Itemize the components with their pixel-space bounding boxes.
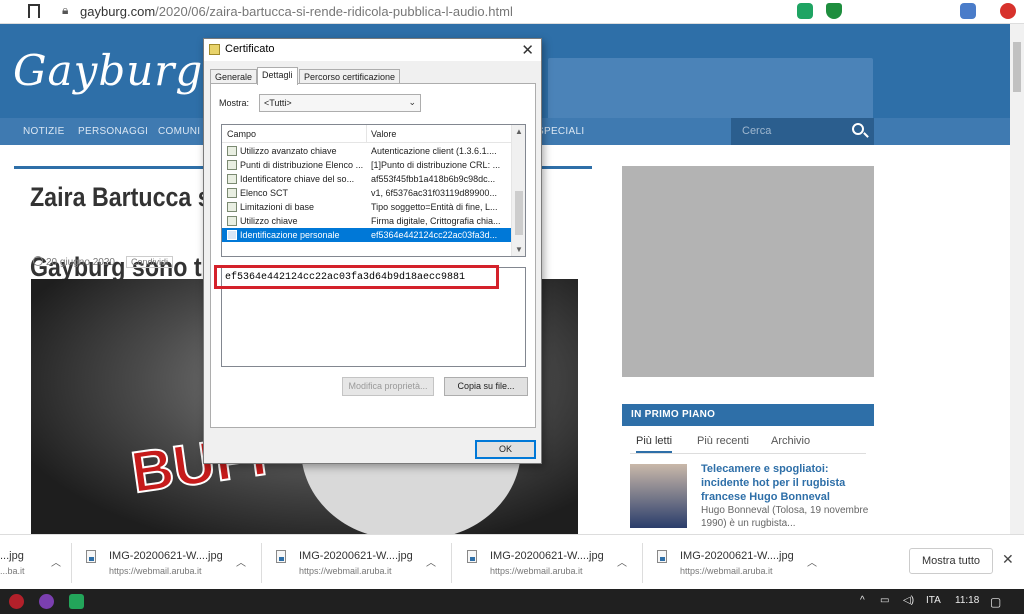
download-item[interactable]: ...jpg ...ba.it ︿	[0, 535, 64, 590]
edit-properties-button[interactable]: Modifica proprietà...	[342, 377, 434, 396]
chevron-up-icon[interactable]: ︿	[236, 554, 246, 569]
clock-icon	[33, 256, 43, 266]
url-host: gayburg.com	[80, 4, 156, 19]
battery-icon[interactable]: ▭	[880, 595, 889, 606]
file-icon	[657, 550, 667, 563]
certificate-dialog: Certificato ✕ Generale Dettagli Percorso…	[203, 38, 542, 464]
close-downloads-icon[interactable]: ✕	[1002, 551, 1014, 568]
field-row-selected[interactable]: Identificazione personale ef5364e442124cc…	[222, 228, 512, 242]
dialog-titlebar: Certificato ✕	[204, 39, 541, 61]
file-icon	[276, 550, 286, 563]
file-icon	[86, 550, 96, 563]
downloads-bar: ...jpg ...ba.it ︿ IMG-20200621-W....jpg …	[0, 534, 1024, 589]
scroll-down-icon[interactable]: ▼	[515, 245, 523, 254]
file-icon	[467, 550, 477, 563]
notifications-icon[interactable]: ▢	[990, 595, 1001, 609]
shield-extension-icon[interactable]	[826, 3, 842, 19]
field-icon	[227, 202, 237, 212]
download-item[interactable]: IMG-20200621-W....jpg https://webmail.ar…	[86, 535, 256, 590]
field-icon	[227, 188, 237, 198]
fields-list[interactable]: Campo Valore Utilizzo avanzato chiave Aut…	[221, 124, 526, 257]
download-item[interactable]: IMG-20200621-W....jpg https://webmail.ar…	[467, 535, 637, 590]
field-icon	[227, 146, 237, 156]
address-bar: 🔒︎ gayburg.com/2020/06/zaira-bartucca-si…	[0, 0, 1024, 24]
chevron-up-icon[interactable]: ︿	[617, 554, 627, 569]
nav-item[interactable]: COMUNI	[158, 126, 200, 137]
field-icon	[227, 174, 237, 184]
widget-title: IN PRIMO PIANO	[622, 404, 874, 426]
show-all-button[interactable]: Mostra tutto	[909, 548, 993, 574]
taskbar: ^ ▭ ◁) ITA 11:18 ▢	[0, 589, 1024, 614]
tab-details[interactable]: Dettagli	[257, 67, 298, 85]
field-row[interactable]: Identificatore chiave del so... af553f45f…	[222, 172, 512, 186]
field-icon	[227, 160, 237, 170]
translate-icon[interactable]	[960, 3, 976, 19]
search-placeholder: Cerca	[742, 125, 772, 137]
scrollbar-thumb[interactable]	[515, 191, 523, 235]
field-row[interactable]: Elenco SCT v1, 6f5376ac31f03119d89900...	[222, 186, 512, 200]
show-select[interactable]: <Tutti> ⌄	[259, 94, 421, 112]
tab-general[interactable]: Generale	[210, 69, 258, 84]
tab-most-recent[interactable]: Più recenti	[697, 435, 749, 447]
clock[interactable]: 11:18	[955, 595, 979, 606]
show-label: Mostra:	[219, 98, 250, 108]
tab-cert-path[interactable]: Percorso certificazione	[299, 69, 401, 84]
details-panel: Mostra: <Tutti> ⌄ Campo Valore Utilizzo a…	[210, 83, 536, 428]
chevron-down-icon: ⌄	[408, 97, 416, 107]
nav-item[interactable]: SPECIALI	[537, 126, 584, 137]
fields-header: Campo Valore	[222, 125, 512, 143]
news-title-link[interactable]: Telecamere e spogliatoi: incidente hot p…	[701, 462, 871, 504]
site-logo[interactable]: Gayburg	[13, 46, 203, 95]
col-field[interactable]: Campo	[227, 129, 256, 139]
highlight-box	[214, 265, 499, 289]
volume-icon[interactable]: ◁)	[903, 595, 914, 606]
col-value[interactable]: Valore	[371, 129, 396, 139]
close-icon[interactable]: ✕	[521, 41, 534, 59]
article-date: 20 giugno 2020	[46, 257, 115, 268]
field-row[interactable]: Utilizzo avanzato chiave Autenticazione c…	[222, 144, 512, 158]
chevron-up-icon[interactable]: ︿	[426, 554, 436, 569]
share-button[interactable]: Condividi	[126, 256, 174, 268]
language-indicator[interactable]: ITA	[926, 595, 941, 606]
field-icon	[227, 230, 237, 240]
nav-item[interactable]: PERSONAGGI	[78, 126, 148, 137]
search-icon[interactable]	[852, 123, 864, 135]
news-excerpt: Hugo Bonneval (Tolosa, 19 novembre 1990)…	[701, 505, 869, 529]
bookmark-icon[interactable]	[28, 4, 40, 18]
chevron-up-icon[interactable]: ︿	[51, 554, 61, 569]
show-select-value: <Tutti>	[264, 98, 292, 108]
chevron-up-icon[interactable]: ︿	[807, 554, 817, 569]
news-thumbnail[interactable]	[630, 464, 687, 528]
app-icon[interactable]	[69, 594, 84, 609]
fields-scrollbar[interactable]: ▲ ▼	[511, 125, 525, 256]
field-row[interactable]: Limitazioni di base Tipo soggetto=Entità …	[222, 200, 512, 214]
certificate-icon	[209, 44, 220, 55]
ok-button[interactable]: OK	[475, 440, 536, 459]
extension-icon[interactable]	[797, 3, 813, 19]
field-row[interactable]: Punti di distribuzione Elenco ... [1]Punt…	[222, 158, 512, 172]
app-icon[interactable]	[39, 594, 54, 609]
tray-chevron-icon[interactable]: ^	[860, 595, 865, 606]
scrollbar-thumb[interactable]	[1013, 42, 1021, 92]
tab-most-read[interactable]: Più letti	[636, 435, 673, 453]
field-icon	[227, 216, 237, 226]
app-icon[interactable]	[9, 594, 24, 609]
field-row[interactable]: Utilizzo chiave Firma digitale, Crittogra…	[222, 214, 512, 228]
download-item[interactable]: IMG-20200621-W....jpg https://webmail.ar…	[276, 535, 446, 590]
search-input[interactable]: Cerca	[731, 118, 874, 145]
widget-divider	[630, 453, 866, 454]
download-item[interactable]: IMG-20200621-W....jpg https://webmail.ar…	[657, 535, 827, 590]
tab-archive[interactable]: Archivio	[771, 435, 810, 447]
adblock-icon[interactable]	[1000, 3, 1016, 19]
scroll-up-icon[interactable]: ▲	[515, 127, 523, 136]
url-field[interactable]: gayburg.com/2020/06/zaira-bartucca-si-re…	[80, 4, 513, 19]
copy-to-file-button[interactable]: Copia su file...	[444, 377, 528, 396]
url-path: /2020/06/zaira-bartucca-si-rende-ridicol…	[155, 4, 513, 19]
sidebar-ad	[622, 166, 874, 377]
dialog-title: Certificato	[225, 43, 275, 55]
nav-item[interactable]: NOTIZIE	[23, 126, 65, 137]
page-scrollbar[interactable]	[1010, 24, 1024, 534]
lock-icon[interactable]: 🔒︎	[62, 3, 68, 18]
article-meta: 20 giugno 2020	[33, 256, 115, 268]
